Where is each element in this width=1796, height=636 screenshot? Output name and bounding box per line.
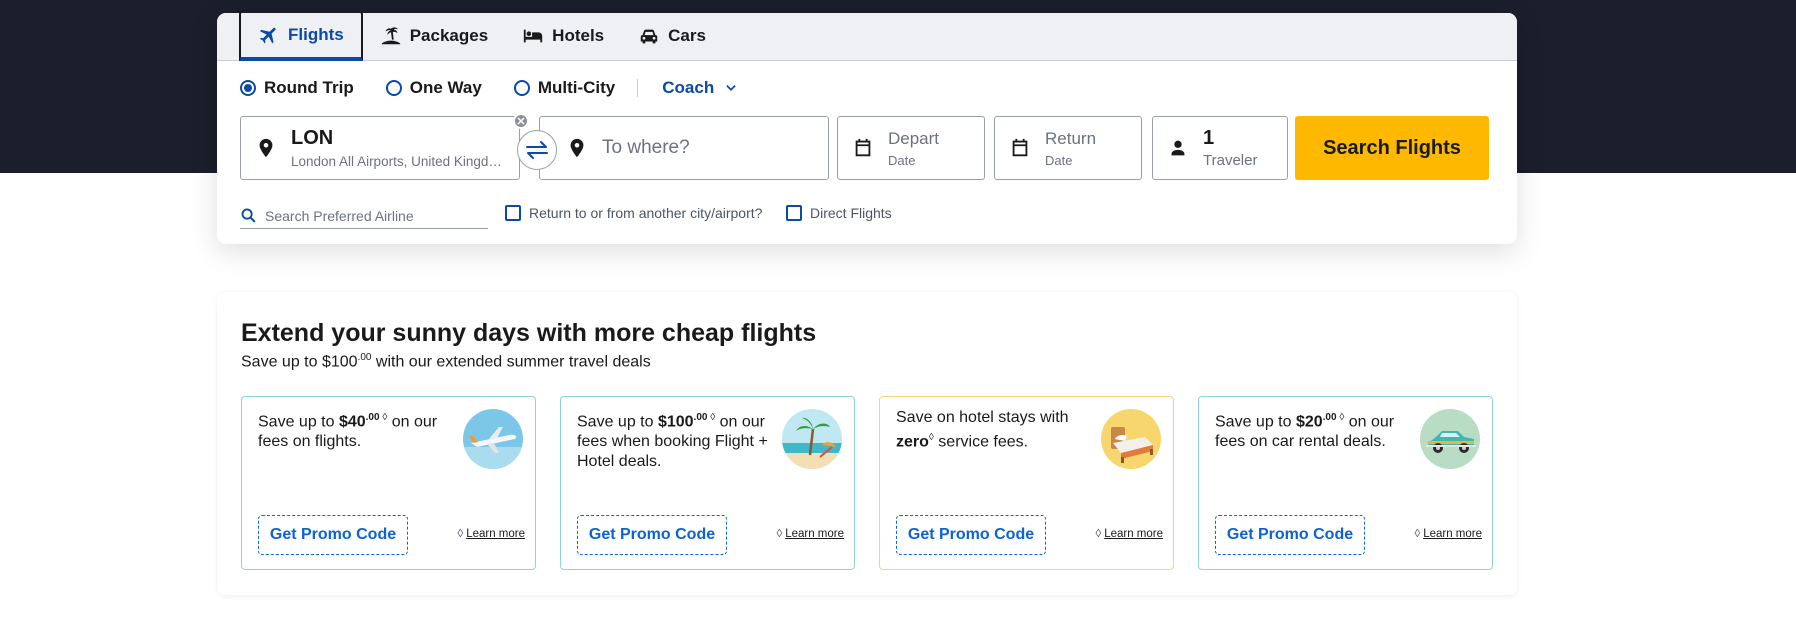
tab-label: Hotels	[552, 26, 605, 45]
promo-title: Extend your sunny days with more cheap f…	[241, 319, 817, 347]
promo-card-text: Save up to $100.00 ◊ on our fees when bo…	[577, 412, 768, 471]
destination-placeholder: To where?	[602, 137, 690, 158]
cabin-class-dropdown[interactable]: Coach	[662, 78, 738, 98]
promo-card-flight-hotel: Save up to $100.00 ◊ on our fees when bo…	[560, 396, 855, 570]
origin-code: LON	[291, 127, 334, 149]
palm-island-icon	[381, 27, 400, 45]
return-label: Return	[1045, 128, 1097, 148]
radio-indicator	[385, 80, 402, 96]
search-extras: Search Preferred Airline Return to or fr…	[240, 203, 1500, 229]
swap-locations-button[interactable]	[517, 130, 557, 170]
one-way-radio[interactable]: One Way	[385, 78, 482, 98]
tab-label: Cars	[668, 26, 706, 45]
tab-label: Packages	[409, 26, 489, 45]
close-icon: ✕	[516, 115, 526, 128]
depart-date-field[interactable]: Depart Date	[837, 116, 985, 180]
travelers-field[interactable]: 1 Traveler	[1152, 116, 1288, 180]
get-promo-code-button[interactable]: Get Promo Code	[896, 515, 1046, 555]
location-pin-icon	[570, 138, 584, 158]
bed-icon	[524, 29, 543, 43]
get-promo-code-button[interactable]: Get Promo Code	[1215, 515, 1365, 555]
clear-origin-button[interactable]: ✕	[513, 113, 529, 129]
search-icon	[241, 208, 256, 223]
calendar-icon	[855, 138, 871, 157]
tab-packages[interactable]: Packages	[363, 13, 505, 60]
promo-card-text: Save up to $40.00 ◊ on our fees on fligh…	[258, 412, 438, 451]
cabin-class-value: Coach	[662, 78, 715, 97]
checkbox-label: Return to or from another city/airport?	[529, 205, 763, 221]
promo-card-hotels: Save on hotel stays with zero◊ service f…	[879, 396, 1174, 570]
radio-label: Multi-City	[537, 78, 616, 97]
calendar-icon	[1012, 138, 1028, 157]
plane-icon	[259, 27, 276, 44]
round-trip-radio[interactable]: Round Trip	[240, 78, 354, 98]
radio-label: Round Trip	[264, 78, 354, 97]
trip-type-options: Round Trip One Way Multi-City Coach	[240, 78, 738, 98]
preferred-airline-input[interactable]: Search Preferred Airline	[240, 203, 488, 229]
radio-label: One Way	[409, 78, 482, 97]
promo-card-text: Save on hotel stays with zero◊ service f…	[896, 409, 1069, 451]
promo-card-flights: Save up to $40.00 ◊ on our fees on fligh…	[241, 396, 536, 570]
promo-subtitle: Save up to $100.00 with our extended sum…	[241, 352, 651, 371]
flight-search-widget: Flights Packages Hotels Cars Round Trip …	[217, 13, 1517, 244]
vintage-car-icon	[1420, 409, 1480, 469]
traveler-count: 1	[1203, 127, 1215, 149]
divider	[637, 79, 639, 97]
promo-card-cars: Save up to $20.00 ◊ on our fees on car r…	[1198, 396, 1493, 570]
checkbox-box	[505, 205, 521, 221]
tab-hotels[interactable]: Hotels	[505, 13, 621, 60]
location-pin-icon	[259, 138, 273, 158]
tab-label: Flights	[288, 25, 344, 44]
other-city-checkbox[interactable]: Return to or from another city/airport?	[505, 205, 762, 221]
airline-placeholder: Search Preferred Airline	[265, 207, 414, 224]
learn-more-link[interactable]: ◊ Learn more	[1096, 528, 1164, 540]
depart-sublabel: Date	[888, 152, 916, 168]
person-icon	[1171, 140, 1185, 156]
origin-field[interactable]: LON London All Airports, United Kingdom	[240, 116, 520, 180]
search-flights-button[interactable]: Search Flights	[1295, 116, 1489, 180]
learn-more-link[interactable]: ◊ Learn more	[777, 528, 845, 540]
destination-field[interactable]: To where?	[539, 116, 829, 180]
tab-flights[interactable]: Flights	[239, 13, 363, 61]
direct-flights-checkbox[interactable]: Direct Flights	[786, 205, 892, 221]
radio-selected-indicator	[240, 80, 256, 96]
learn-more-link[interactable]: ◊ Learn more	[458, 528, 526, 540]
learn-more-link[interactable]: ◊ Learn more	[1415, 528, 1483, 540]
car-icon	[640, 29, 658, 44]
get-promo-code-button[interactable]: Get Promo Code	[577, 515, 727, 555]
swap-arrows-icon	[526, 141, 548, 159]
origin-detail: London All Airports, United Kingdom	[291, 154, 505, 169]
checkbox-label: Direct Flights	[810, 205, 892, 221]
airplane-icon	[463, 409, 523, 469]
multi-city-radio[interactable]: Multi-City	[513, 78, 616, 98]
promo-section: Extend your sunny days with more cheap f…	[217, 292, 1517, 595]
get-promo-code-button[interactable]: Get Promo Code	[258, 515, 408, 555]
beach-icon	[782, 409, 842, 469]
depart-label: Depart	[888, 128, 940, 148]
tab-cars[interactable]: Cars	[621, 13, 723, 60]
product-tabs: Flights Packages Hotels Cars	[217, 13, 1517, 61]
promo-card-text: Save up to $20.00 ◊ on our fees on car r…	[1215, 412, 1395, 451]
bed-icon	[1101, 409, 1161, 469]
chevron-down-icon	[726, 85, 736, 91]
traveler-label: Traveler	[1203, 152, 1258, 169]
radio-indicator	[513, 80, 530, 96]
checkbox-box	[786, 205, 802, 221]
return-sublabel: Date	[1045, 152, 1073, 168]
return-date-field[interactable]: Return Date	[994, 116, 1142, 180]
